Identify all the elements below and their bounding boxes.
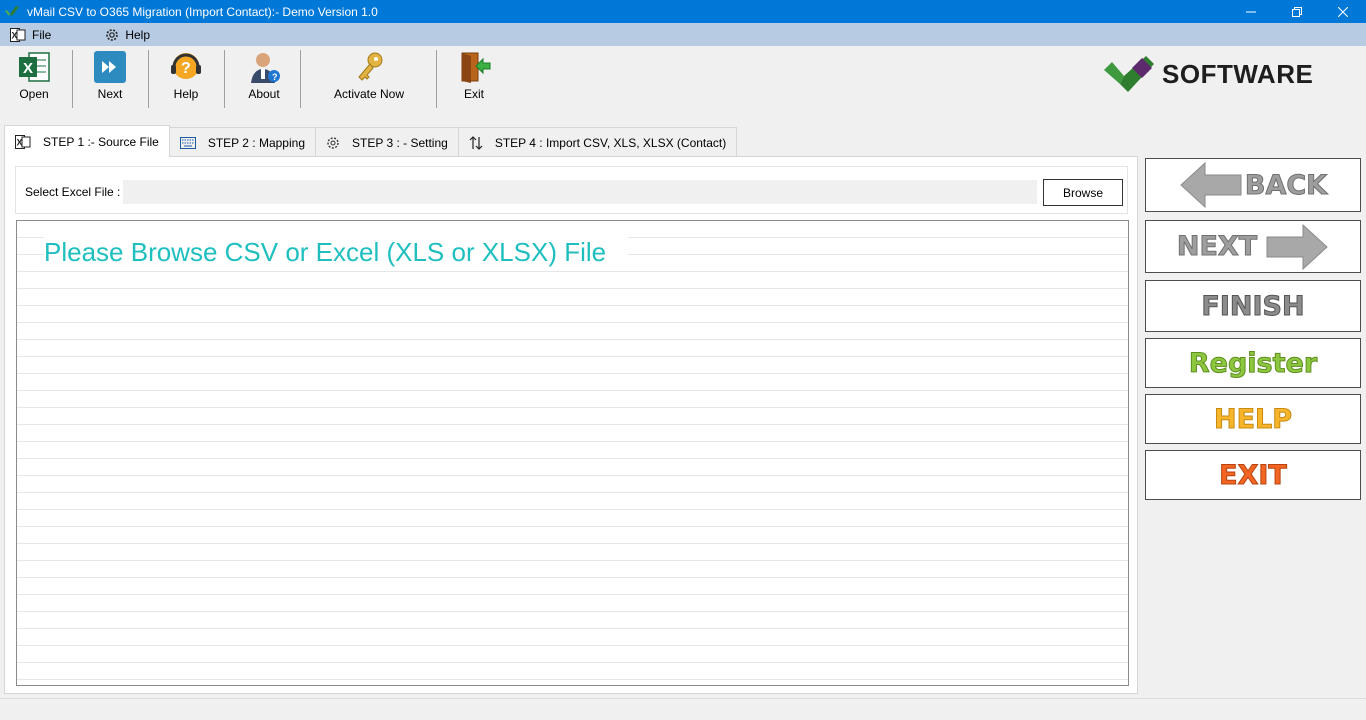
swap-arrows-icon (469, 135, 483, 150)
tab-step-4-label: STEP 4 : Import CSV, XLS, XLSX (Contact) (494, 135, 727, 150)
fast-forward-icon (94, 51, 126, 83)
brand-logo-text: SOFTWARE (1162, 58, 1314, 89)
toolbar-about-label: About (248, 87, 280, 101)
select-file-label: Select Excel File : (25, 185, 121, 199)
menu-bar: X File Help (0, 23, 1366, 46)
arrow-right-icon (1266, 223, 1328, 270)
toolbar-next-button[interactable]: Next (88, 50, 132, 106)
brand-logo: SOFTWARE (1102, 54, 1313, 94)
exit-action-button[interactable]: EXIT (1145, 450, 1361, 500)
step-tabs: X STEP 1 :- Source File STEP 2 : Mapping… (4, 125, 738, 157)
tab-step-2[interactable]: STEP 2 : Mapping (168, 127, 316, 157)
toolbar-divider (72, 50, 73, 108)
title-bar: vMail CSV to O365 Migration (Import Cont… (0, 0, 1366, 23)
svg-text:X: X (12, 30, 18, 40)
toolbar-divider (148, 50, 149, 108)
exit-door-icon (461, 52, 491, 83)
toolbar: X Open Next ? Help ? About Activate Now … (0, 46, 1366, 110)
toolbar-exit-button[interactable]: Exit (454, 50, 494, 106)
brand-v-icon (1104, 56, 1154, 92)
toolbar-divider (224, 50, 225, 108)
key-icon (358, 52, 383, 81)
file-preview-grid: Please Browse CSV or Excel (XLS or XLSX)… (16, 220, 1129, 686)
file-select-row: Select Excel File : Browse (15, 166, 1128, 214)
browse-prompt-message: Please Browse CSV or Excel (XLS or XLSX)… (44, 237, 629, 268)
toolbar-help-label: Help (173, 87, 199, 101)
excel-file-icon: X (19, 52, 50, 82)
excel-icon: X (10, 27, 26, 42)
toolbar-open-label: Open (19, 87, 49, 101)
back-button[interactable]: BACK (1145, 158, 1361, 212)
svg-text:X: X (17, 137, 23, 147)
keyboard-icon (179, 136, 196, 149)
toolbar-activate-button[interactable]: Activate Now (328, 50, 410, 106)
browse-button[interactable]: Browse (1043, 179, 1123, 206)
arrow-left-icon (1180, 161, 1242, 209)
register-button[interactable]: Register (1145, 338, 1361, 388)
tab-step-2-label: STEP 2 : Mapping (207, 135, 305, 150)
file-path-input[interactable] (123, 180, 1037, 204)
menu-help-label: Help (125, 27, 151, 42)
restore-icon (1292, 6, 1302, 17)
toolbar-help-button[interactable]: ? Help (164, 50, 208, 106)
app-logo-icon (5, 5, 19, 16)
status-bar (0, 698, 1366, 720)
toolbar-open-button[interactable]: X Open (12, 50, 56, 106)
register-button-label: Register (1188, 347, 1318, 379)
help-action-button[interactable]: HELP (1145, 394, 1361, 444)
gear-icon (106, 28, 119, 41)
tab-step-3-label: STEP 3 : - Setting (352, 135, 448, 150)
svg-text:X: X (23, 60, 33, 77)
help-headset-icon: ? (171, 53, 201, 79)
close-window-button[interactable] (1320, 0, 1366, 23)
minimize-button[interactable] (1228, 0, 1274, 23)
window-title: vMail CSV to O365 Migration (Import Cont… (27, 4, 378, 19)
user-info-icon: ? (251, 53, 280, 83)
menu-file[interactable]: X File (2, 23, 59, 46)
next-step-button[interactable]: NEXT (1145, 220, 1361, 273)
back-button-label: BACK (1244, 169, 1328, 201)
menu-help[interactable]: Help (97, 23, 158, 46)
toolbar-next-label: Next (97, 87, 123, 101)
toolbar-divider (436, 50, 437, 108)
finish-button-label: FINISH (1201, 290, 1305, 322)
finish-button[interactable]: FINISH (1145, 280, 1361, 332)
toolbar-about-button[interactable]: ? About (240, 50, 288, 106)
tab-step-3[interactable]: STEP 3 : - Setting (315, 127, 459, 157)
svg-text:?: ? (181, 60, 191, 77)
help-action-button-label: HELP (1213, 403, 1293, 435)
source-file-panel: Select Excel File : Browse Please Browse… (4, 156, 1138, 694)
svg-text:?: ? (272, 72, 278, 82)
next-step-button-label: NEXT (1176, 231, 1258, 263)
close-icon (1338, 6, 1348, 17)
toolbar-activate-label: Activate Now (333, 87, 405, 101)
restore-button[interactable] (1274, 0, 1320, 23)
exit-action-button-label: EXIT (1219, 459, 1288, 491)
toolbar-exit-label: Exit (463, 87, 484, 101)
minimize-icon (1246, 11, 1256, 12)
menu-file-label: File (32, 27, 52, 42)
tab-step-1-label: STEP 1 :- Source File (43, 134, 159, 149)
tab-step-4[interactable]: STEP 4 : Import CSV, XLS, XLSX (Contact) (457, 127, 738, 157)
gear-icon (327, 136, 339, 149)
toolbar-divider (300, 50, 301, 108)
tab-step-1[interactable]: X STEP 1 :- Source File (4, 125, 170, 157)
excel-icon: X (15, 134, 31, 149)
